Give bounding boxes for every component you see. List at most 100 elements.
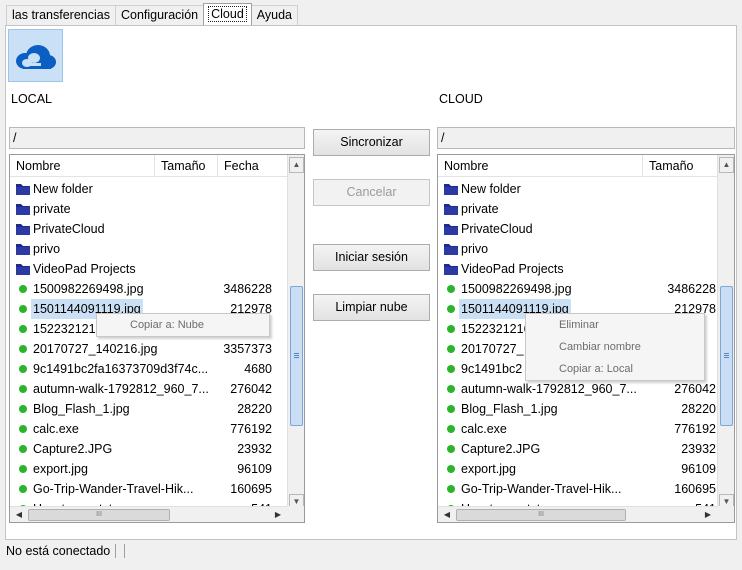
tab-label: Ayuda bbox=[256, 8, 292, 22]
file-row[interactable]: Capture2.JPG 23932 bbox=[10, 439, 286, 459]
row-size: 28220 bbox=[237, 402, 272, 416]
scroll-right-arrow[interactable]: ▶ bbox=[701, 509, 715, 521]
menu-item-rename[interactable]: Cambiar nombre bbox=[526, 336, 704, 358]
row-name: New folder bbox=[461, 182, 521, 196]
scroll-up-arrow[interactable]: ▲ bbox=[719, 157, 734, 173]
file-row[interactable]: Go-Trip-Wander-Travel-Hik... 160695 bbox=[10, 479, 286, 499]
local-list-header: Nombre Tamaño Fecha bbox=[10, 155, 288, 177]
row-name: Blog_Flash_1.jpg bbox=[33, 402, 130, 416]
file-row[interactable]: calc.exe 776192 bbox=[10, 419, 286, 439]
column-header-size[interactable]: Tamaño bbox=[155, 155, 218, 177]
tab-label: Cloud bbox=[208, 6, 247, 22]
local-title: LOCAL bbox=[11, 92, 52, 106]
status-dot-icon bbox=[15, 302, 31, 316]
row-size: 23932 bbox=[237, 442, 272, 456]
row-name: Capture2.JPG bbox=[461, 442, 541, 456]
file-row[interactable]: export.jpg 96109 bbox=[10, 459, 286, 479]
clear-cloud-button[interactable]: Limpiar nube bbox=[313, 294, 430, 321]
local-path-field[interactable]: / bbox=[9, 127, 305, 149]
column-header-name[interactable]: Nombre bbox=[438, 155, 643, 177]
scroll-thumb[interactable] bbox=[290, 286, 303, 426]
column-header-date[interactable]: Fecha bbox=[218, 155, 288, 177]
status-dot-icon bbox=[15, 442, 31, 456]
status-dot-icon bbox=[443, 462, 459, 476]
file-row[interactable]: 1500982269498.jpg 3486228 bbox=[438, 279, 716, 299]
folder-row[interactable]: privo bbox=[10, 239, 286, 259]
folder-row[interactable]: private bbox=[10, 199, 286, 219]
scroll-corner bbox=[287, 506, 304, 522]
local-horizontal-scrollbar[interactable]: ◀ III ▶ bbox=[10, 506, 287, 522]
row-name: PrivateCloud bbox=[33, 222, 105, 236]
scroll-thumb[interactable]: III bbox=[456, 509, 626, 521]
row-name: Blog_Flash_1.jpg bbox=[461, 402, 558, 416]
status-dot-icon bbox=[15, 342, 31, 356]
file-row[interactable]: autumn-walk-1792812_960_7... 276042 bbox=[438, 379, 716, 399]
scroll-thumb[interactable] bbox=[720, 286, 733, 426]
cloud-vertical-scrollbar[interactable]: ▲ ▼ bbox=[717, 155, 734, 512]
folder-icon bbox=[15, 242, 31, 256]
scroll-left-arrow[interactable]: ◀ bbox=[440, 509, 454, 521]
folder-icon bbox=[443, 202, 459, 216]
row-size: 3357373 bbox=[223, 342, 272, 356]
menu-item-delete[interactable]: Eliminar bbox=[526, 314, 704, 336]
folder-row[interactable]: privo bbox=[438, 239, 714, 259]
file-row[interactable]: 20170727_140216.jpg 3357373 bbox=[10, 339, 286, 359]
menu-item-copy-to-local[interactable]: Copiar a: Local bbox=[526, 358, 704, 380]
scroll-up-arrow[interactable]: ▲ bbox=[289, 157, 304, 173]
scroll-thumb[interactable]: III bbox=[28, 509, 170, 521]
status-dot-icon bbox=[15, 322, 31, 336]
local-file-list[interactable]: Nombre Tamaño Fecha New folder private Pri… bbox=[9, 154, 305, 523]
cloud-service-button[interactable] bbox=[8, 29, 63, 82]
column-header-size[interactable]: Tamaño bbox=[643, 155, 718, 177]
local-context-menu: Copiar a: Nube bbox=[96, 313, 270, 337]
file-row[interactable]: export.jpg 96109 bbox=[438, 459, 716, 479]
row-size: 96109 bbox=[681, 462, 716, 476]
cloud-panel: LOCAL CLOUD / / Nombre Tamaño Fecha New … bbox=[5, 25, 737, 540]
status-divider bbox=[124, 544, 126, 558]
row-size: 160695 bbox=[674, 482, 716, 496]
folder-icon bbox=[15, 262, 31, 276]
status-dot-icon bbox=[443, 402, 459, 416]
row-name: VideoPad Projects bbox=[33, 262, 136, 276]
file-row[interactable]: 1500982269498.jpg 3486228 bbox=[10, 279, 286, 299]
folder-row[interactable]: VideoPad Projects bbox=[438, 259, 714, 279]
row-size: 776192 bbox=[674, 422, 716, 436]
status-dot-icon bbox=[15, 482, 31, 496]
file-row[interactable]: Blog_Flash_1.jpg 28220 bbox=[438, 399, 716, 419]
tab-cloud[interactable]: Cloud bbox=[203, 3, 252, 25]
folder-row[interactable]: private bbox=[438, 199, 714, 219]
status-dot-icon bbox=[443, 302, 459, 316]
menu-item-copy-to-cloud[interactable]: Copiar a: Nube bbox=[97, 314, 269, 336]
file-row[interactable]: Blog_Flash_1.jpg 28220 bbox=[10, 399, 286, 419]
login-button[interactable]: Iniciar sesión bbox=[313, 244, 430, 271]
folder-row[interactable]: PrivateCloud bbox=[10, 219, 286, 239]
row-name: 9c1491bc2fa16373709d3f74c... bbox=[33, 362, 209, 376]
tab-help[interactable]: Ayuda bbox=[250, 5, 298, 25]
sync-button[interactable]: Sincronizar bbox=[313, 129, 430, 156]
cloud-horizontal-scrollbar[interactable]: ◀ III ▶ bbox=[438, 506, 717, 522]
folder-icon bbox=[443, 262, 459, 276]
file-row[interactable]: calc.exe 776192 bbox=[438, 419, 716, 439]
cloud-path-field[interactable]: / bbox=[437, 127, 735, 149]
file-row[interactable]: 9c1491bc2fa16373709d3f74c... 4680 bbox=[10, 359, 286, 379]
folder-icon bbox=[15, 202, 31, 216]
folder-row[interactable]: New folder bbox=[438, 179, 714, 199]
status-divider bbox=[115, 544, 117, 558]
local-vertical-scrollbar[interactable]: ▲ ▼ bbox=[287, 155, 304, 512]
cancel-button[interactable]: Cancelar bbox=[313, 179, 430, 206]
folder-row[interactable]: New folder bbox=[10, 179, 286, 199]
file-row[interactable]: Capture2.JPG 23932 bbox=[438, 439, 716, 459]
folder-icon bbox=[15, 222, 31, 236]
scroll-right-arrow[interactable]: ▶ bbox=[271, 509, 285, 521]
scroll-left-arrow[interactable]: ◀ bbox=[12, 509, 26, 521]
folder-icon bbox=[15, 182, 31, 196]
folder-row[interactable]: PrivateCloud bbox=[438, 219, 714, 239]
column-header-name[interactable]: Nombre bbox=[10, 155, 155, 177]
file-row[interactable]: Go-Trip-Wander-Travel-Hik... 160695 bbox=[438, 479, 716, 499]
status-dot-icon bbox=[443, 442, 459, 456]
folder-row[interactable]: VideoPad Projects bbox=[10, 259, 286, 279]
row-name: Go-Trip-Wander-Travel-Hik... bbox=[33, 482, 194, 496]
tab-settings[interactable]: Configuración bbox=[114, 5, 205, 25]
tab-transfers[interactable]: las transferencias bbox=[6, 5, 116, 25]
file-row[interactable]: autumn-walk-1792812_960_7... 276042 bbox=[10, 379, 286, 399]
